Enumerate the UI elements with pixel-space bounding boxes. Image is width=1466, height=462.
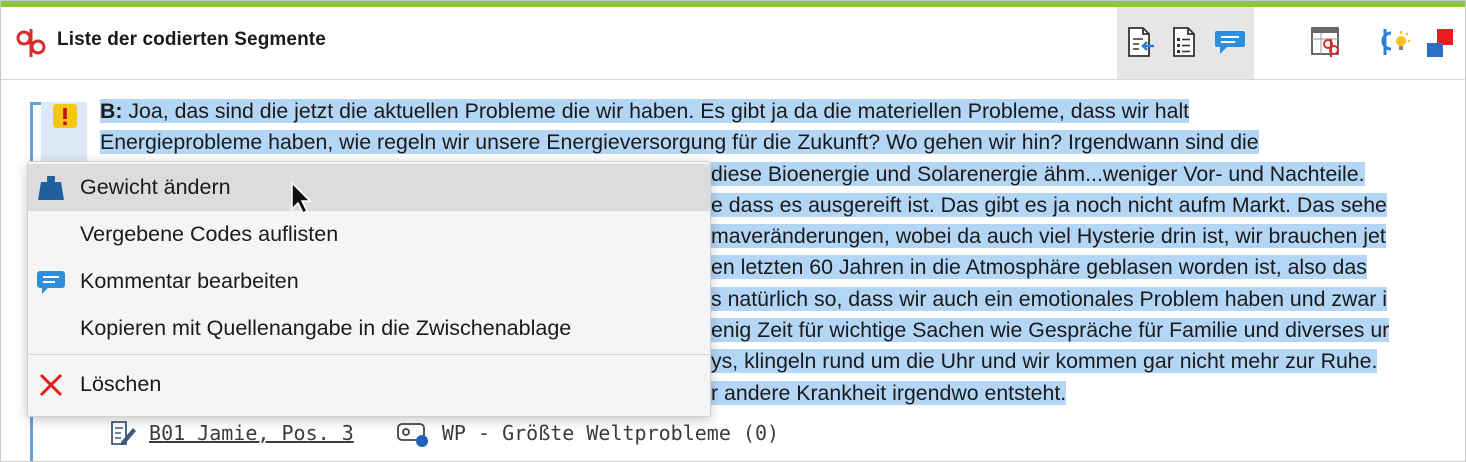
speaker-label: B: <box>100 99 123 123</box>
menu-item-copy-with-source[interactable]: Kopieren mit Quellenangabe in die Zwisch… <box>28 305 710 352</box>
mouse-cursor-icon <box>291 181 312 215</box>
exclamation-icon[interactable] <box>50 101 80 131</box>
window-title: Liste der codierten Segmente <box>57 29 326 50</box>
list-icon[interactable] <box>1167 25 1201 59</box>
coded-segments-icon <box>16 29 46 57</box>
document-reference-link[interactable]: B01 Jamie, Pos. 3 <box>149 421 354 445</box>
context-menu: Gewicht ändern Vergebene Codes auflisten… <box>27 161 711 417</box>
comment-icon <box>37 271 65 294</box>
menu-item-edit-comment[interactable]: Kommentar bearbeiten <box>28 258 710 305</box>
color-square-icon[interactable] <box>1423 25 1457 59</box>
code-label: WP - Größte Weltprobleme (0) <box>441 421 780 445</box>
delete-icon <box>39 373 63 397</box>
comment-icon[interactable] <box>1213 25 1247 59</box>
menu-item-delete[interactable]: Löschen <box>28 361 710 408</box>
segment-footer: B01 Jamie, Pos. 3 WP - Größte Weltproble… <box>109 418 779 450</box>
code-table-icon[interactable] <box>1309 25 1343 59</box>
segment-line: B: Joa, das sind die jetzt die aktuellen… <box>100 99 1190 123</box>
menu-item-change-weight[interactable]: Gewicht ändern <box>28 164 710 211</box>
document-edit-icon <box>111 421 136 445</box>
coded-segments-window: Liste der codierten Segmente B: Joa, das… <box>0 0 1466 462</box>
title-bar: Liste der codierten Segmente <box>1 7 1465 80</box>
menu-separator <box>28 354 710 355</box>
menu-item-list-codes[interactable]: Vergebene Codes auflisten <box>28 211 710 258</box>
weight-icon <box>38 176 64 200</box>
segment-line: Energieprobleme haben, wie regeln wir un… <box>100 130 1259 155</box>
code-tag-icon <box>396 423 428 447</box>
import-icon[interactable] <box>1123 25 1157 59</box>
code-idea-icon[interactable] <box>1377 25 1411 59</box>
